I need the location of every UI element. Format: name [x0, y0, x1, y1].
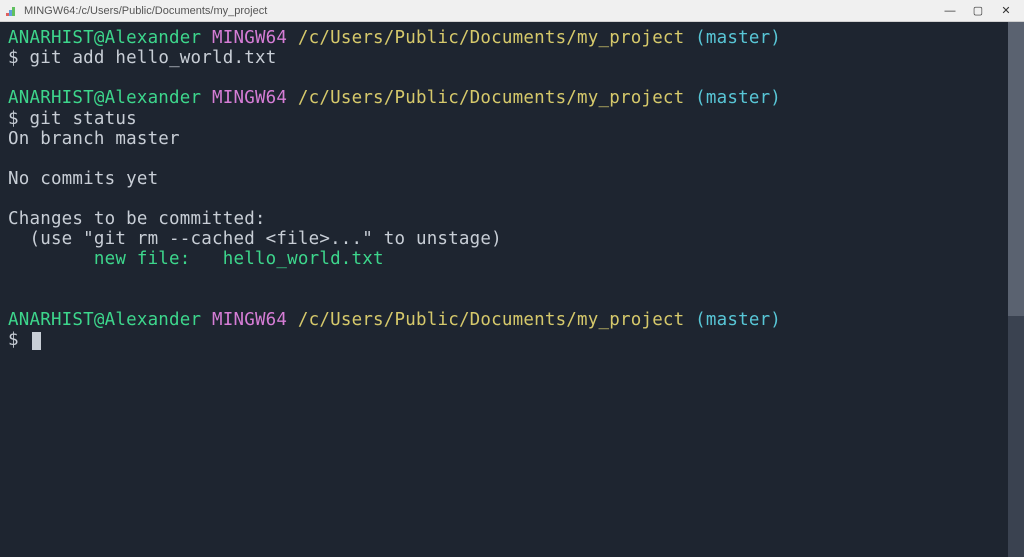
close-button[interactable]: ✕ — [992, 1, 1020, 21]
prompt-symbol: $ — [8, 109, 19, 129]
cursor — [32, 332, 41, 350]
app-icon — [4, 4, 18, 18]
scrollbar[interactable] — [1008, 22, 1024, 557]
window-controls: — ▢ ✕ — [936, 1, 1020, 21]
user-host: ANARHIST@Alexander — [8, 28, 201, 48]
git-branch: (master) — [695, 28, 781, 48]
empty-line — [8, 270, 1016, 290]
mingw-label: MINGW64 — [212, 88, 287, 108]
output-line: Changes to be committed: — [8, 209, 1016, 229]
user-host: ANARHIST@Alexander — [8, 310, 201, 330]
git-branch: (master) — [695, 310, 781, 330]
empty-line — [8, 290, 1016, 310]
output-line: No commits yet — [8, 169, 1016, 189]
command-text: git add hello_world.txt — [30, 48, 277, 68]
terminal-area[interactable]: ANARHIST@Alexander MINGW64 /c/Users/Publ… — [0, 22, 1024, 557]
empty-line — [8, 189, 1016, 209]
current-path: /c/Users/Public/Documents/my_project — [298, 88, 685, 108]
empty-line — [8, 149, 1016, 169]
command-line: $ git add hello_world.txt — [8, 48, 1016, 68]
current-path: /c/Users/Public/Documents/my_project — [298, 310, 685, 330]
command-text: git status — [30, 109, 137, 129]
current-path: /c/Users/Public/Documents/my_project — [298, 28, 685, 48]
output-line: (use "git rm --cached <file>..." to unst… — [8, 229, 1016, 249]
mingw-label: MINGW64 — [212, 310, 287, 330]
minimize-button[interactable]: — — [936, 1, 964, 21]
output-line: On branch master — [8, 129, 1016, 149]
maximize-button[interactable]: ▢ — [964, 1, 992, 21]
mingw-label: MINGW64 — [212, 28, 287, 48]
user-host: ANARHIST@Alexander — [8, 88, 201, 108]
scrollbar-thumb[interactable] — [1008, 22, 1024, 316]
terminal-window: MINGW64:/c/Users/Public/Documents/my_pro… — [0, 0, 1024, 557]
prompt-symbol: $ — [8, 48, 19, 68]
titlebar[interactable]: MINGW64:/c/Users/Public/Documents/my_pro… — [0, 0, 1024, 22]
command-line: $ — [8, 330, 1016, 350]
prompt-symbol: $ — [8, 330, 19, 350]
prompt-line: ANARHIST@Alexander MINGW64 /c/Users/Publ… — [8, 310, 1016, 330]
empty-line — [8, 68, 1016, 88]
prompt-line: ANARHIST@Alexander MINGW64 /c/Users/Publ… — [8, 28, 1016, 48]
window-title: MINGW64:/c/Users/Public/Documents/my_pro… — [24, 5, 936, 17]
prompt-line: ANARHIST@Alexander MINGW64 /c/Users/Publ… — [8, 88, 1016, 108]
git-branch: (master) — [695, 88, 781, 108]
command-line: $ git status — [8, 109, 1016, 129]
output-line: new file: hello_world.txt — [8, 249, 1016, 269]
